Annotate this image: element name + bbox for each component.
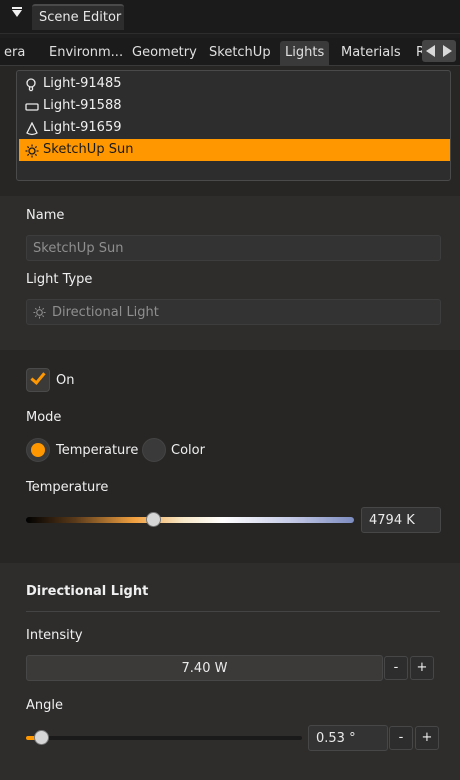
intensity-increment-button[interactable]: + (410, 656, 434, 680)
tab-camera[interactable]: era (4, 41, 25, 65)
mode-label: Mode (26, 410, 62, 425)
tab-scroll-buttons (422, 40, 456, 62)
bulb-icon (26, 78, 36, 92)
light-name: SketchUp Sun (43, 142, 134, 157)
angle-slider-track[interactable] (26, 736, 302, 740)
light-type-value: Directional Light (52, 305, 159, 320)
tab-sketchup[interactable]: SketchUp (209, 41, 271, 65)
temperature-label: Temperature (26, 480, 109, 495)
checkmark-icon (30, 369, 46, 385)
scroll-right-icon[interactable] (443, 45, 452, 57)
angle-value-field[interactable]: 0.53 ° (308, 725, 388, 751)
tab-lights[interactable]: Lights (280, 41, 330, 65)
tab-environment[interactable]: Environm... (49, 41, 123, 65)
light-type-label: Light Type (26, 272, 93, 287)
tab-materials[interactable]: Materials (341, 41, 401, 65)
mode-color-label: Color (171, 443, 205, 458)
light-name: Light-91659 (43, 120, 122, 135)
angle-label: Angle (26, 698, 63, 713)
sun-icon (33, 306, 46, 319)
on-label: On (56, 373, 75, 388)
cone-light-icon (26, 122, 38, 136)
title-bar: Scene Editor (0, 0, 460, 34)
temperature-value-field[interactable]: 4794 K (361, 507, 441, 533)
on-checkbox[interactable] (26, 368, 50, 392)
intensity-decrement-button[interactable]: - (384, 656, 408, 680)
rect-light-icon (25, 103, 39, 111)
scroll-left-icon[interactable] (426, 45, 435, 57)
angle-increment-button[interactable]: + (415, 726, 439, 750)
tab-geometry[interactable]: Geometry (132, 41, 197, 65)
name-label: Name (26, 208, 65, 223)
angle-decrement-button[interactable]: - (389, 726, 413, 750)
name-field[interactable]: SketchUp Sun (26, 235, 441, 261)
intensity-field[interactable]: 7.40 W (26, 655, 383, 681)
light-list-item[interactable]: Light-91485 (19, 73, 450, 95)
directional-light-heading: Directional Light (26, 584, 149, 599)
radio-dot (31, 443, 45, 457)
intensity-label: Intensity (26, 628, 83, 643)
tab-bar: era Environm... Geometry SketchUp Lights… (0, 38, 460, 66)
light-list-item[interactable]: Light-91588 (19, 95, 450, 117)
section-divider (26, 611, 440, 612)
mode-temperature-label: Temperature (56, 443, 139, 458)
temperature-slider-track[interactable] (26, 517, 354, 523)
collapse-arrow-icon[interactable] (12, 7, 22, 17)
sun-icon (25, 144, 39, 158)
window-title[interactable]: Scene Editor (32, 4, 124, 30)
mode-color-radio[interactable] (142, 438, 166, 462)
light-list-item-selected[interactable]: SketchUp Sun (19, 139, 450, 161)
light-list[interactable]: Light-91485 Light-91588 Light-91659 Sket… (16, 70, 451, 181)
light-name: Light-91588 (43, 98, 122, 113)
light-name: Light-91485 (43, 76, 122, 91)
light-list-item[interactable]: Light-91659 (19, 117, 450, 139)
light-type-field[interactable]: Directional Light (26, 299, 441, 325)
mode-temperature-radio[interactable] (26, 438, 50, 462)
